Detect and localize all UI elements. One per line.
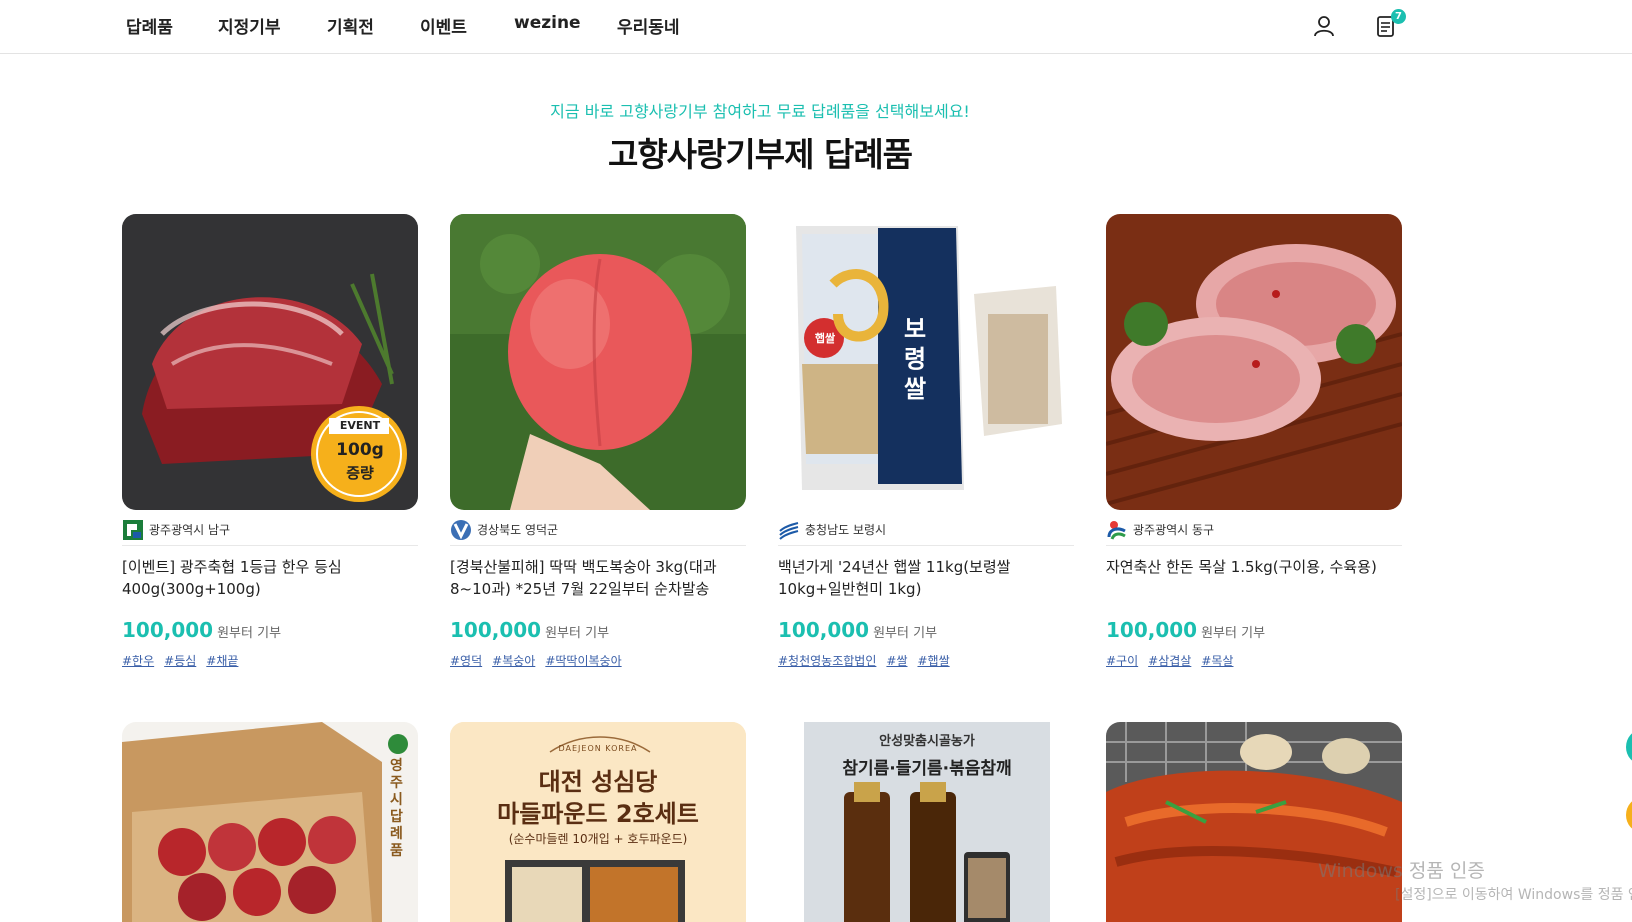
oil-brand: 안성맞춤시골농가 — [879, 734, 975, 749]
nav-event[interactable]: 이벤트 — [420, 13, 467, 38]
tag-link[interactable]: #딱딱이복숭아 — [545, 652, 621, 669]
product-name[interactable]: [경북산불피해] 딱딱 백도복숭아 3kg(대과 8~10과) *25년 7월 … — [450, 556, 746, 600]
nav-wezine[interactable]: wezine — [514, 13, 581, 33]
product-card[interactable]: 햅쌀 보령쌀 충청남도 보령시 백년가게 '24년산 햅쌀 11kg(보령쌀 1… — [778, 214, 1074, 669]
windows-activation-hint: [설정]으로 이동하여 Windows를 정품 인증합니다. — [1395, 887, 1632, 903]
event-badge-text: 증량 — [346, 464, 374, 482]
tag-link[interactable]: #영덕 — [450, 652, 482, 669]
product-card[interactable]: 광주광역시 동구 자연축산 한돈 목살 1.5kg(구이용, 수육용) 100,… — [1106, 214, 1402, 669]
price-row: 100,000 원부터 기부 — [778, 618, 1074, 642]
nav-our-town[interactable]: 우리동네 — [617, 13, 680, 38]
event-badge-label: EVENT — [339, 419, 381, 432]
tag-link[interactable]: #쌀 — [886, 652, 907, 669]
page-title: 고향사랑기부제 답례품 — [607, 135, 913, 174]
region-row: 충청남도 보령시 — [778, 518, 1074, 546]
package-brand-text: 보령쌀 — [904, 315, 927, 403]
floating-chip-teal[interactable] — [1626, 730, 1632, 764]
nav-special-exhibition[interactable]: 기획전 — [327, 13, 374, 38]
product-image-peach[interactable] — [450, 214, 746, 510]
price-suffix: 원부터 기부 — [873, 626, 938, 641]
product-card[interactable]: EVENT 100g 증량 광주광역시 남구 [이벤트] 광주축협 1등급 한우… — [122, 214, 418, 669]
price-row: 100,000 원부터 기부 — [122, 618, 418, 642]
tag-link[interactable]: #목살 — [1201, 652, 1233, 669]
apple-region-label: 영주시 답례품 — [390, 758, 403, 859]
price-row: 100,000 원부터 기부 — [450, 618, 746, 642]
package-label-badge: 햅쌀 — [814, 332, 836, 345]
top-navigation: 답례품 지정기부 기획전 이벤트 wezine 우리동네 7 — [0, 0, 1632, 54]
product-image-madeleine[interactable]: DAEJEON KOREA 대전 성심당 마들파운드 2호세트 (순수마들렌 1… — [450, 722, 746, 922]
tag-link[interactable]: #복숭아 — [492, 652, 535, 669]
event-badge-amount: 100g — [336, 440, 384, 460]
product-card[interactable]: 경상북도 영덕군 [경북산불피해] 딱딱 백도복숭아 3kg(대과 8~10과)… — [450, 214, 746, 669]
product-price: 100,000 — [122, 618, 214, 642]
price-row: 100,000 원부터 기부 — [1106, 618, 1402, 642]
product-image-grilled-pork[interactable] — [1106, 722, 1402, 922]
region-row: 광주광역시 남구 — [122, 518, 418, 546]
tag-link[interactable]: #구이 — [1106, 652, 1138, 669]
product-image-apple[interactable]: 영주시 답례품 — [122, 722, 418, 922]
product-image-pork[interactable] — [1106, 214, 1402, 510]
product-image-beef[interactable]: EVENT 100g 증량 — [122, 214, 418, 510]
region-name: 충청남도 보령시 — [805, 523, 887, 537]
tag-link[interactable]: #청천영농조합법인 — [778, 652, 876, 669]
region-row: 광주광역시 동구 — [1106, 518, 1402, 546]
nav-gifts[interactable]: 답례품 — [126, 13, 173, 38]
tag-link[interactable]: #채끝 — [206, 652, 238, 669]
tag-list: #구이 #삼겹살 #목살 — [1106, 652, 1402, 669]
tag-link[interactable]: #삼겹살 — [1148, 652, 1191, 669]
floating-chip-yellow[interactable] — [1626, 798, 1632, 832]
hero-subtitle: 지금 바로 고향사랑기부 참여하고 무료 답례품을 선택해보세요! — [550, 102, 970, 121]
madeleine-brand: DAEJEON KOREA — [558, 744, 638, 753]
tag-list: #한우 #등심 #채끝 — [122, 652, 418, 669]
nav-designated-donation[interactable]: 지정기부 — [218, 13, 281, 38]
product-image-rice[interactable]: 햅쌀 보령쌀 — [778, 214, 1074, 510]
product-name[interactable]: 자연축산 한돈 목살 1.5kg(구이용, 수육용) — [1106, 556, 1402, 600]
price-suffix: 원부터 기부 — [1201, 626, 1266, 641]
madeleine-title-1: 대전 성심당 — [538, 768, 658, 796]
price-suffix: 원부터 기부 — [545, 626, 610, 641]
madeleine-subtitle: (순수마들렌 10개입 + 호두파운드) — [508, 832, 688, 846]
windows-activation-watermark: Windows 정품 인증 — [1318, 860, 1485, 882]
region-logo-icon — [451, 519, 471, 540]
product-price: 100,000 — [450, 618, 542, 642]
user-icon[interactable] — [1310, 12, 1338, 40]
region-name: 광주광역시 남구 — [149, 523, 231, 537]
tag-link[interactable]: #등심 — [164, 652, 196, 669]
price-suffix: 원부터 기부 — [217, 626, 282, 641]
tag-link[interactable]: #한우 — [122, 652, 154, 669]
cart-count-badge: 7 — [1391, 9, 1406, 24]
tag-link[interactable]: #햅쌀 — [918, 652, 950, 669]
region-logo-icon — [123, 519, 143, 540]
product-name[interactable]: 백년가게 '24년산 햅쌀 11kg(보령쌀 10kg+일반현미 1kg) — [778, 556, 1074, 600]
oil-title: 참기름·들기름·볶음참깨 — [842, 759, 1012, 779]
region-name: 광주광역시 동구 — [1133, 523, 1215, 537]
region-logo-icon — [779, 521, 799, 540]
cart-list-icon[interactable]: 7 — [1372, 9, 1406, 40]
region-logo-icon — [1107, 520, 1126, 540]
product-price: 100,000 — [778, 618, 870, 642]
product-name[interactable]: [이벤트] 광주축협 1등급 한우 등심 400g(300g+100g) — [122, 556, 418, 600]
region-row: 경상북도 영덕군 — [450, 518, 746, 546]
region-name: 경상북도 영덕군 — [477, 523, 559, 537]
tag-list: #청천영농조합법인 #쌀 #햅쌀 — [778, 652, 1074, 669]
tag-list: #영덕 #복숭아 #딱딱이복숭아 — [450, 652, 746, 669]
product-image-sesame-oil[interactable]: 안성맞춤시골농가 참기름·들기름·볶음참깨 — [804, 722, 1050, 922]
product-price: 100,000 — [1106, 618, 1198, 642]
madeleine-title-2: 마들파운드 2호세트 — [497, 800, 699, 828]
